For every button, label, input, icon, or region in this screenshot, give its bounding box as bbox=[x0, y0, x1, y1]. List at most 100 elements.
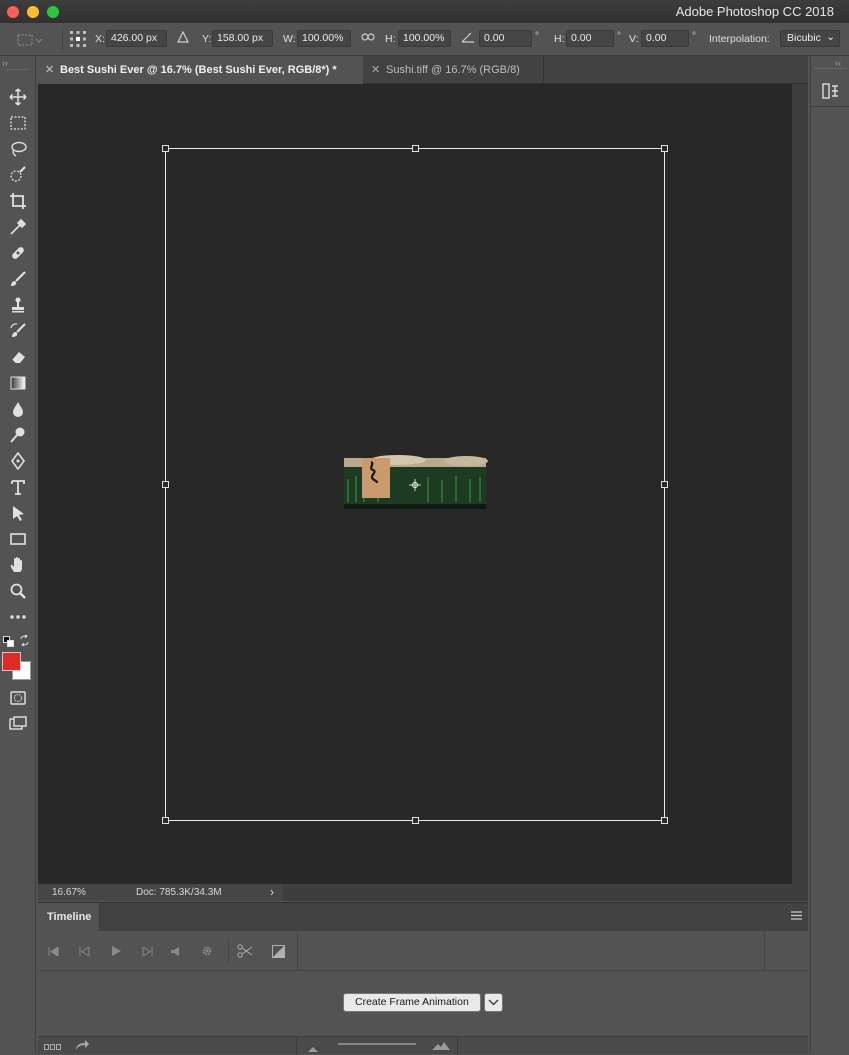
zoom-level[interactable]: 16.67% bbox=[52, 887, 86, 898]
create-frame-animation-button[interactable]: Create Frame Animation bbox=[343, 993, 481, 1012]
rectangle-icon bbox=[10, 533, 26, 545]
screen-mode-button[interactable] bbox=[6, 713, 30, 735]
transform-handle-bottom-left[interactable] bbox=[162, 817, 169, 824]
split-scissors-icon[interactable] bbox=[235, 941, 255, 961]
height-field[interactable]: 100.00% bbox=[398, 30, 451, 47]
timeline-panel: Timeline Create Frame Animation bbox=[38, 902, 808, 1055]
expand-panels-icon[interactable]: ‹‹ bbox=[835, 58, 841, 68]
status-bar: 16.67% Doc: 785.3K/34.3M › bbox=[38, 884, 808, 901]
close-tab-icon[interactable]: ✕ bbox=[45, 56, 54, 84]
lasso-icon bbox=[11, 141, 27, 157]
settings-gear-icon[interactable] bbox=[197, 941, 217, 961]
eyedropper-tool[interactable] bbox=[6, 216, 30, 238]
pen-tool[interactable] bbox=[6, 450, 30, 472]
vskew-unit: ° bbox=[692, 31, 696, 42]
transform-handle-top-center[interactable] bbox=[412, 145, 419, 152]
horizontal-skew-field[interactable]: 0.00 bbox=[566, 30, 614, 47]
quick-select-icon bbox=[10, 166, 26, 182]
reference-point-crosshair-icon[interactable] bbox=[409, 479, 421, 494]
zoom-window-button[interactable] bbox=[47, 6, 59, 18]
transform-handle-top-left[interactable] bbox=[162, 145, 169, 152]
crop-tool[interactable] bbox=[6, 190, 30, 212]
toolbox: ›› bbox=[0, 56, 36, 1053]
transform-tool-preset-icon[interactable] bbox=[17, 32, 43, 48]
interpolation-select[interactable]: Bicubic ⌄ bbox=[780, 30, 840, 47]
more-tools-button[interactable] bbox=[6, 606, 30, 628]
clone-stamp-tool[interactable] bbox=[6, 294, 30, 316]
blur-tool[interactable] bbox=[6, 398, 30, 420]
transform-handle-bottom-center[interactable] bbox=[412, 817, 419, 824]
create-animation-dropdown[interactable] bbox=[484, 993, 503, 1012]
toolbox-grip[interactable] bbox=[7, 69, 29, 70]
default-colors-icon[interactable] bbox=[3, 636, 14, 650]
healing-brush-tool[interactable] bbox=[6, 242, 30, 264]
transform-handle-top-right[interactable] bbox=[661, 145, 668, 152]
history-brush-tool[interactable] bbox=[6, 320, 30, 342]
link-icon[interactable] bbox=[361, 31, 375, 46]
timeline-footer bbox=[38, 1036, 808, 1055]
lasso-tool[interactable] bbox=[6, 138, 30, 160]
move-tool[interactable] bbox=[6, 86, 30, 108]
reference-point-icon[interactable] bbox=[69, 30, 87, 48]
vertical-scrollbar[interactable] bbox=[792, 84, 808, 884]
status-menu-arrow-icon[interactable]: › bbox=[270, 885, 274, 899]
canvas-area[interactable] bbox=[38, 84, 792, 884]
zoom-out-timeline-icon[interactable] bbox=[308, 1043, 318, 1055]
tab-sushi-tiff[interactable]: ✕ Sushi.tiff @ 16.7% (RGB/8) bbox=[364, 56, 544, 84]
tab-label: Best Sushi Ever @ 16.7% (Best Sushi Ever… bbox=[60, 64, 337, 76]
move-icon bbox=[9, 88, 27, 106]
panel-menu-icon[interactable] bbox=[791, 911, 802, 923]
play-icon[interactable] bbox=[106, 941, 126, 961]
transform-handle-middle-left[interactable] bbox=[162, 481, 169, 488]
transform-handle-middle-right[interactable] bbox=[661, 481, 668, 488]
frame-mode-icon[interactable] bbox=[44, 1042, 61, 1054]
type-tool[interactable] bbox=[6, 476, 30, 498]
path-select-tool[interactable] bbox=[6, 502, 30, 524]
gradient-tool[interactable] bbox=[6, 372, 30, 394]
rotate-unit: ° bbox=[535, 31, 539, 42]
healing-brush-icon bbox=[12, 247, 24, 259]
properties-panel-icon[interactable] bbox=[822, 82, 840, 103]
transform-handle-bottom-right[interactable] bbox=[661, 817, 668, 824]
tab-best-sushi-ever[interactable]: ✕ Best Sushi Ever @ 16.7% (Best Sushi Ev… bbox=[38, 56, 363, 84]
collapse-toolbox-icon[interactable]: ›› bbox=[2, 58, 8, 68]
dodge-tool[interactable] bbox=[6, 424, 30, 446]
audio-icon[interactable] bbox=[165, 941, 185, 961]
dodge-icon bbox=[10, 427, 25, 443]
close-tab-icon[interactable]: ✕ bbox=[371, 56, 380, 84]
document-size: Doc: 785.3K/34.3M bbox=[136, 887, 222, 898]
horizontal-scrollbar[interactable] bbox=[283, 884, 808, 901]
rotate-field[interactable]: 0.00 bbox=[479, 30, 532, 47]
quick-mask-button[interactable] bbox=[6, 687, 30, 709]
brush-tool[interactable] bbox=[6, 268, 30, 290]
width-field[interactable]: 100.00% bbox=[297, 30, 351, 47]
render-video-icon[interactable] bbox=[75, 1040, 89, 1054]
timeline-controls bbox=[38, 931, 808, 971]
x-position-field[interactable]: 426.00 px bbox=[106, 30, 167, 47]
quick-select-tool[interactable] bbox=[6, 164, 30, 186]
marquee-icon bbox=[10, 116, 26, 130]
swap-colors-icon[interactable] bbox=[19, 634, 30, 649]
y-position-field[interactable]: 158.00 px bbox=[212, 30, 273, 47]
hand-tool[interactable] bbox=[6, 554, 30, 576]
minimize-window-button[interactable] bbox=[27, 6, 39, 18]
previous-frame-icon[interactable] bbox=[74, 941, 94, 961]
eraser-tool[interactable] bbox=[6, 346, 30, 368]
rectangle-tool[interactable] bbox=[6, 528, 30, 550]
timeline-zoom-slider[interactable] bbox=[338, 1043, 416, 1045]
panel-grip[interactable] bbox=[815, 68, 847, 69]
transition-icon[interactable] bbox=[268, 941, 288, 961]
vertical-skew-field[interactable]: 0.00 bbox=[641, 30, 689, 47]
marquee-tool[interactable] bbox=[6, 112, 30, 134]
tab-timeline[interactable]: Timeline bbox=[38, 903, 100, 931]
close-window-button[interactable] bbox=[7, 6, 19, 18]
relative-position-icon[interactable] bbox=[177, 30, 189, 46]
first-frame-icon[interactable] bbox=[43, 941, 63, 961]
interpolation-label: Interpolation: bbox=[709, 33, 770, 45]
next-frame-icon[interactable] bbox=[137, 941, 157, 961]
zoom-in-timeline-icon[interactable] bbox=[432, 1041, 450, 1053]
foreground-color-swatch[interactable] bbox=[2, 652, 21, 671]
height-label: H: bbox=[385, 33, 396, 45]
pen-icon bbox=[11, 452, 25, 470]
zoom-tool[interactable] bbox=[6, 580, 30, 602]
